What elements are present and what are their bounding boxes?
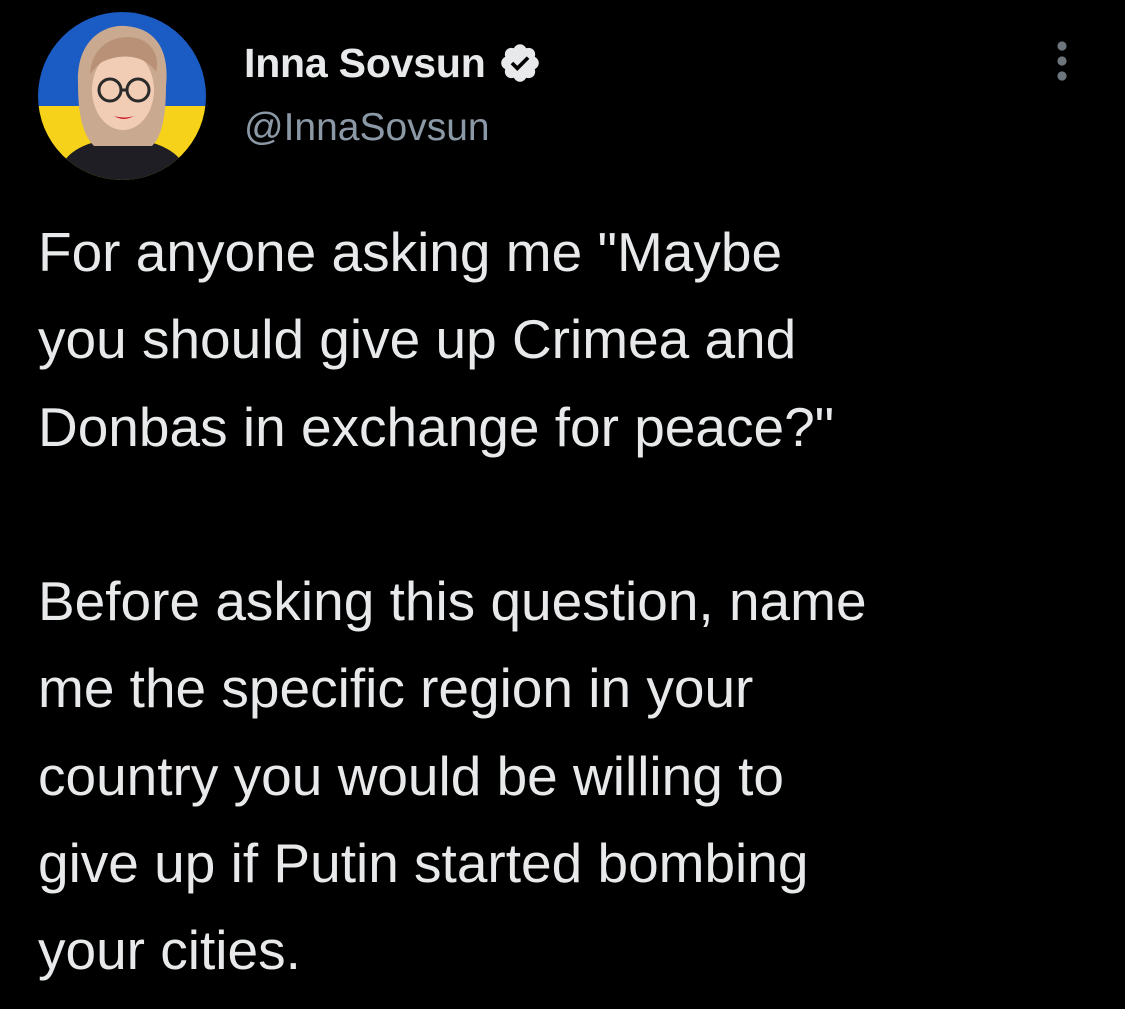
tweet-text-line: country you would be willing to (38, 744, 784, 807)
author-handle[interactable]: @InnaSovsun (244, 106, 490, 150)
tweet-text-line: give up if Putin started bombing (38, 832, 809, 895)
author-display-name[interactable]: Inna Sovsun (244, 40, 486, 87)
tweet-text-line: me the specific region in your (38, 657, 754, 720)
tweet-card: Inna Sovsun @InnaSovsun For anyone askin… (0, 0, 1125, 1009)
author-avatar[interactable] (38, 12, 206, 180)
profile-photo (38, 12, 206, 180)
verified-badge-icon (498, 41, 542, 85)
tweet-text-line: Before asking this question, name (38, 570, 867, 633)
paragraph-break (38, 471, 1108, 558)
more-options-icon[interactable] (1040, 38, 1084, 84)
tweet-text-line: Donbas in exchange for peace?" (38, 395, 835, 458)
tweet-text-line: For anyone asking me "Maybe (38, 221, 783, 283)
tweet-text: For anyone asking me "Maybe you should g… (38, 209, 1108, 995)
tweet-text-line: you should give up Crimea and (38, 308, 797, 371)
tweet-text-line: your cities. (38, 919, 301, 982)
author-name-row: Inna Sovsun (244, 38, 542, 88)
